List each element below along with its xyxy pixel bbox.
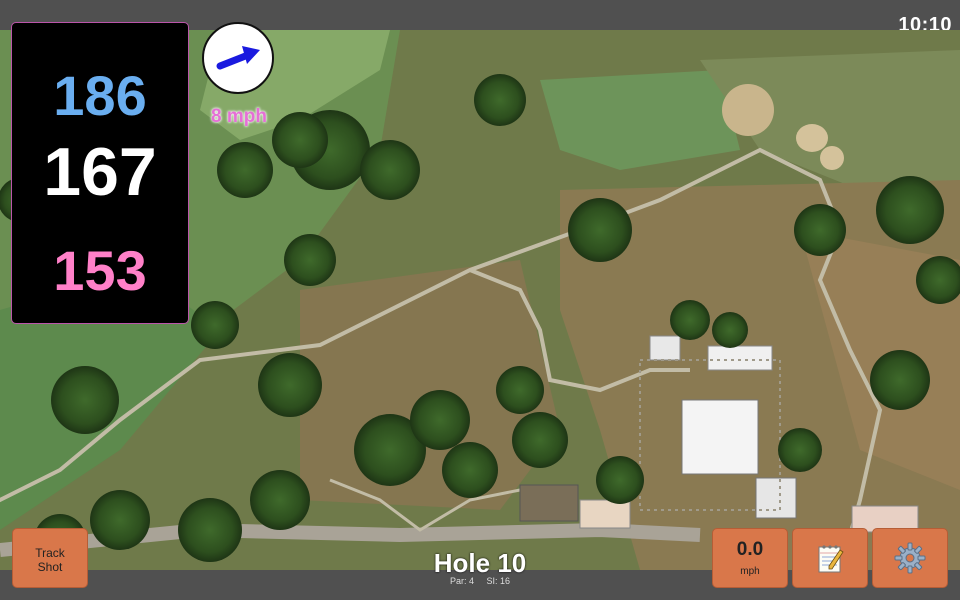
hole-details: Par: 4 SI: 16 — [380, 576, 580, 586]
hole-par: Par: 4 — [449, 576, 474, 586]
hole-stroke-index: SI: 16 — [486, 576, 511, 586]
track-shot-label-2: Shot — [37, 560, 63, 574]
gear-icon — [894, 542, 926, 574]
wind-arrow-icon — [216, 46, 260, 70]
track-shot-button[interactable]: Track Shot — [12, 528, 88, 588]
hole-title: Hole 10 — [433, 548, 527, 578]
track-shot-label-1: Track — [35, 546, 65, 560]
speed-unit: mph — [740, 566, 760, 577]
scorecard-button[interactable] — [792, 528, 868, 588]
wind-speed: 8 mph — [211, 106, 267, 127]
yardage-front: 153 — [53, 239, 147, 302]
yardage-panel: 186 167 153 — [11, 22, 189, 324]
notepad-icon — [818, 545, 844, 573]
speed-value: 0.0 — [736, 539, 764, 560]
wind-indicator — [202, 22, 274, 94]
speed-button[interactable]: 0.0 mph — [712, 528, 788, 588]
settings-button[interactable] — [872, 528, 948, 588]
yardage-back: 186 — [53, 64, 147, 127]
yardage-middle: 167 — [43, 134, 157, 210]
hole-info: Hole 10 Par: 4 SI: 16 — [380, 548, 580, 586]
